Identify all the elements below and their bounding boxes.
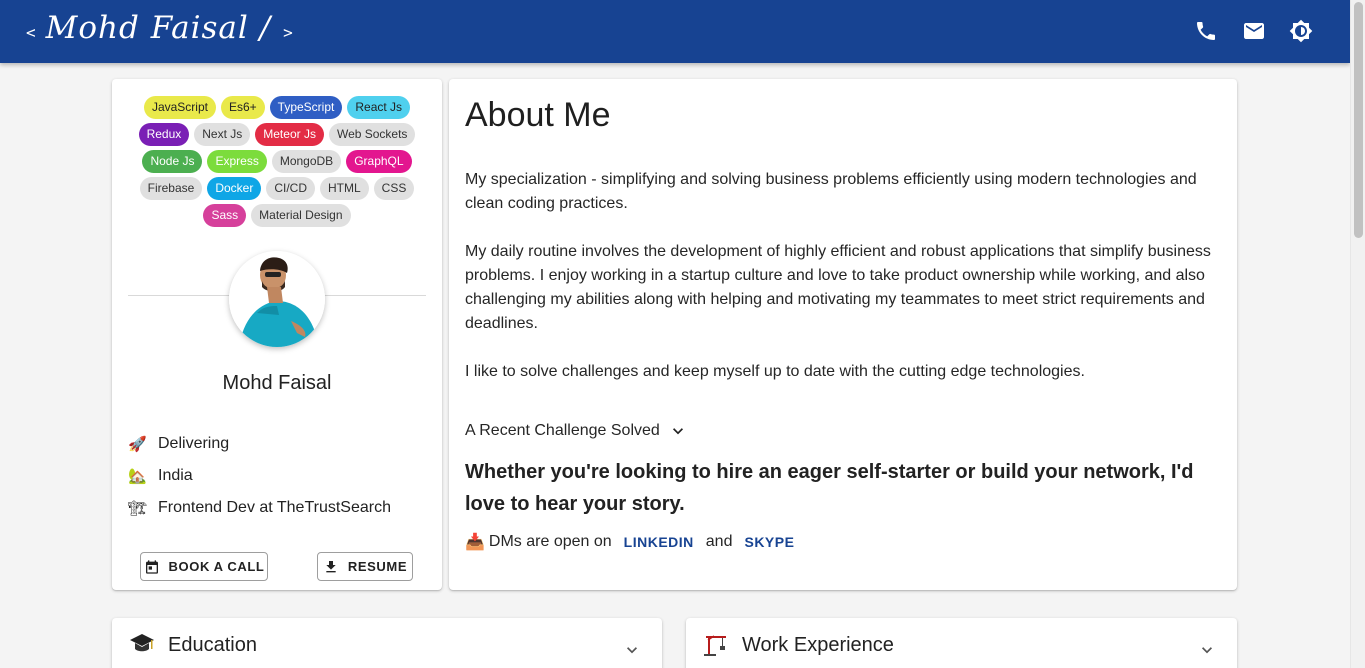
profile-card: JavaScript Es6+ TypeScript React Js Redux Nex… [112,79,442,590]
fact-emoji-icon: 🚀 [128,435,147,453]
skill-chip: Firebase [139,177,203,200]
work-experience-title: Work Experience [742,634,894,656]
brand-name: Mohd Faisal / [45,10,272,46]
skill-chip: Next Js [194,123,251,146]
profile-fact: 🚀 Delivering [128,428,391,460]
skill-chip: TypeScript [269,96,343,119]
and-text: and [705,533,733,550]
hire-statement: Whether you're looking to hire an eager … [465,461,1194,515]
scrollbar-thumb[interactable] [1354,2,1363,238]
skill-chip: Web Sockets [328,123,416,146]
dm-text: DMs are open on [488,533,612,550]
about-paragraph-1: My specialization - simplifying and solv… [465,171,1197,212]
skill-chip: React Js [347,96,411,119]
skill-chip: Docker [207,177,262,200]
chevron-down-icon [672,428,683,435]
dm-line: 📥 DMs are open on LINKEDIN and SKYPE [465,532,806,552]
fact-text: India [158,467,193,484]
book-call-label: BOOK A CALL [168,559,265,574]
skill-chip: Meteor Js [255,123,324,146]
skill-chip: Redux [138,123,190,146]
skype-link[interactable]: SKYPE [732,534,806,550]
inbox-tray-icon: 📥 [465,534,485,551]
brand-logo[interactable]: < Mohd Faisal / > [22,10,297,46]
profile-fact: 🏗 Frontend Dev at TheTrustSearch [128,492,391,524]
about-paragraph-3: I like to solve challenges and keep myse… [465,363,1085,380]
skill-chip: Express [207,150,267,173]
education-section[interactable]: Education [112,618,662,668]
resume-label: RESUME [347,559,408,574]
chevron-down-icon[interactable] [622,640,642,664]
page-scrollbar[interactable] [1350,0,1365,668]
skill-chip: Es6+ [220,96,265,119]
about-card: About Me My specialization - simplifying… [449,79,1237,590]
skill-chips: JavaScript Es6+ TypeScript React Js Redux Nex… [126,94,428,229]
phone-icon[interactable] [1194,19,1218,43]
about-paragraph-2: My daily routine involves the developmen… [465,243,1211,332]
chevron-down-icon[interactable] [1197,640,1217,664]
fact-text: Frontend Dev at TheTrustSearch [158,499,391,516]
skill-chip: MongoDB [271,150,342,173]
recent-challenge-label: A Recent Challenge Solved [465,422,660,439]
skill-chip: GraphQL [346,150,412,173]
skill-chip: HTML [320,177,369,200]
construction-crane-icon [702,630,730,662]
work-experience-section[interactable]: Work Experience [686,618,1237,668]
brand-suffix: > [283,23,293,42]
about-title: About Me [465,96,611,134]
avatar [229,251,325,347]
brand-prefix: < [26,23,36,42]
calendar-icon [145,559,158,574]
skill-chip: CI/CD [266,177,315,200]
fact-emoji-icon: 🏗 [128,499,148,517]
mail-icon[interactable] [1242,19,1266,43]
skill-chip: Material Design [251,204,351,227]
app-bar: < Mohd Faisal / > [0,0,1350,63]
skill-chip: Node Js [142,150,203,173]
skill-chip: Sass [203,204,247,227]
education-title: Education [168,634,257,656]
linkedin-link[interactable]: LINKEDIN [612,534,706,550]
profile-fact: 🏡 India [128,460,391,492]
profile-name: Mohd Faisal [222,372,332,394]
resume-button[interactable]: RESUME [317,552,413,581]
theme-toggle-icon[interactable] [1289,19,1313,43]
download-icon [326,560,336,572]
profile-facts: 🚀 Delivering 🏡 India 🏗 Frontend Dev at TheTru… [128,428,391,524]
recent-challenge-toggle[interactable]: A Recent Challenge Solved [465,421,688,441]
fact-emoji-icon: 🏡 [128,467,147,485]
book-call-button[interactable]: BOOK A CALL [140,552,268,581]
fact-text: Delivering [158,435,230,452]
skill-chip: CSS [373,177,415,200]
skill-chip: JavaScript [143,96,216,119]
graduation-cap-icon [128,630,156,662]
